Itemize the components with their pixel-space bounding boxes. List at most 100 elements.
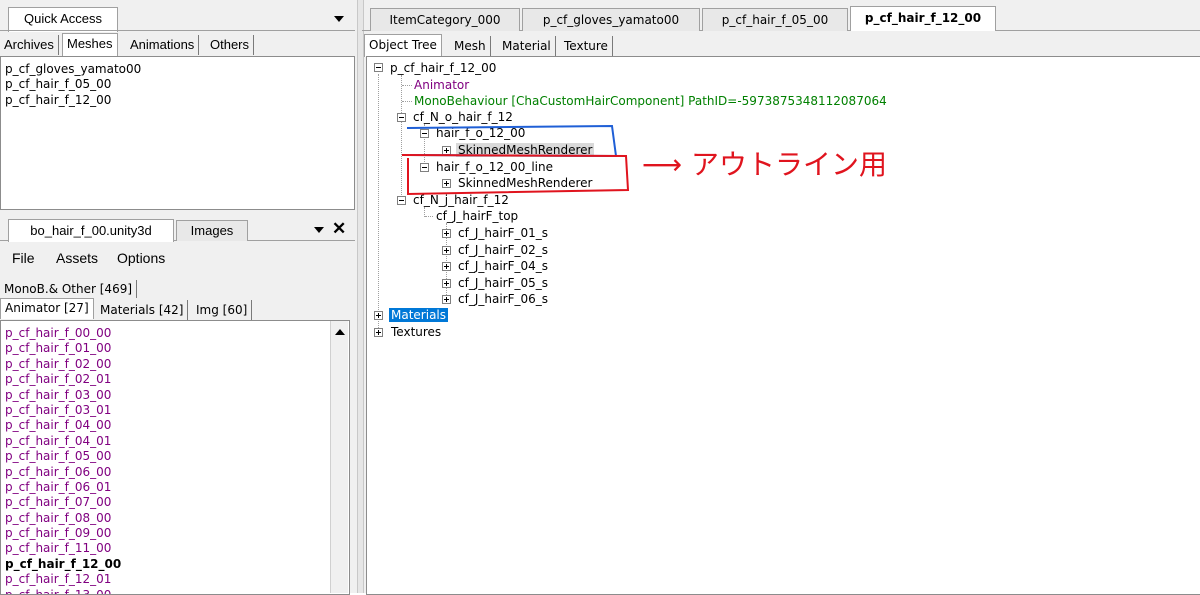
expand-icon[interactable] xyxy=(442,295,451,305)
list-item[interactable]: p_cf_hair_f_02_00 xyxy=(1,357,349,372)
tab-img[interactable]: Img [60] xyxy=(192,300,253,320)
tree-line xyxy=(378,74,379,330)
tab-label: Material xyxy=(502,39,551,53)
scroll-up-icon[interactable] xyxy=(335,329,345,335)
tab-label: MonoB.& Other [469] xyxy=(4,282,133,296)
tab-label: Animations xyxy=(130,37,195,52)
tab-mesh[interactable]: Mesh xyxy=(450,36,491,56)
tab-label: bo_hair_f_00.unity3d xyxy=(30,223,152,238)
list-item[interactable]: p_cf_hair_f_03_00 xyxy=(1,388,349,403)
animator-items: p_cf_hair_f_00_00 p_cf_hair_f_01_00 p_cf_h… xyxy=(1,321,349,594)
tab-object-tree[interactable]: Object Tree xyxy=(364,34,442,57)
menu-item-file[interactable]: File xyxy=(12,250,35,266)
tab-label: Img [60] xyxy=(196,303,248,317)
tab-images[interactable]: Images xyxy=(176,220,248,241)
tab-label: Mesh xyxy=(454,39,486,53)
list-item[interactable]: p_cf_hair_f_12_01 xyxy=(1,572,349,587)
tab-label: Animator [27] xyxy=(5,301,89,315)
tab-label: p_cf_hair_f_12_00 xyxy=(864,11,982,25)
menu-label: Assets xyxy=(56,250,99,266)
tab-label: Others xyxy=(210,37,250,52)
quick-access-title: Quick Access xyxy=(23,11,103,26)
tab-bundle-file[interactable]: bo_hair_f_00.unity3d xyxy=(8,219,174,242)
list-item[interactable]: p_cf_hair_f_04_01 xyxy=(1,434,349,449)
scrollbar[interactable] xyxy=(330,321,348,593)
expand-icon[interactable] xyxy=(442,245,451,255)
tab-animations[interactable]: Animations xyxy=(126,35,200,55)
menu-label: Options xyxy=(117,250,166,266)
tab-label: Images xyxy=(190,223,234,238)
list-item[interactable]: p_cf_hair_f_00_00 xyxy=(1,326,349,341)
menu-item-assets[interactable]: Assets xyxy=(56,250,98,266)
divider xyxy=(0,30,355,31)
expand-icon[interactable] xyxy=(442,229,451,238)
tab-archives[interactable]: Archives xyxy=(0,35,59,55)
expand-icon[interactable] xyxy=(442,262,451,272)
list-item[interactable]: p_cf_hair_f_09_00 xyxy=(1,526,349,541)
list-item[interactable]: p_cf_hair_f_06_00 xyxy=(1,465,349,480)
expand-icon[interactable] xyxy=(374,311,383,320)
list-item[interactable]: p_cf_hair_f_01_00 xyxy=(1,341,349,356)
list-item[interactable]: p_cf_hair_f_04_00 xyxy=(1,418,349,433)
tab-others[interactable]: Others xyxy=(206,35,255,55)
tree-node-bone[interactable]: cf_J_hairF_06_s xyxy=(458,291,548,307)
tree-node-monobehaviour[interactable]: MonoBehaviour [ChaCustomHairComponent] P… xyxy=(414,93,887,109)
tab-hair-05[interactable]: p_cf_hair_f_05_00 xyxy=(702,8,848,31)
list-item[interactable]: p_cf_hair_f_13_00 xyxy=(1,588,349,594)
tree-node-j-hair-top[interactable]: cf_J_hairF_top xyxy=(436,208,518,224)
tree-node-bone[interactable]: cf_J_hairF_04_s xyxy=(458,258,548,274)
tree-node-bone[interactable]: cf_J_hairF_05_s xyxy=(458,275,548,291)
tree-line xyxy=(402,85,412,86)
list-item[interactable]: p_cf_gloves_yamato00 xyxy=(1,62,354,77)
tab-texture[interactable]: Texture xyxy=(560,36,613,56)
tab-hair-12[interactable]: p_cf_hair_f_12_00 xyxy=(850,6,996,31)
pane-splitter[interactable] xyxy=(357,0,364,593)
tree-node-animator[interactable]: Animator xyxy=(414,77,469,93)
quick-access-tab[interactable]: Quick Access xyxy=(8,7,118,32)
annotation-text: アウトライン用 xyxy=(691,148,888,181)
tree-node-root[interactable]: p_cf_hair_f_12_00 xyxy=(390,60,496,76)
triangle-down-icon[interactable] xyxy=(334,16,344,22)
tab-meshes[interactable]: Meshes xyxy=(62,33,118,56)
tree-node-textures[interactable]: Textures xyxy=(391,324,441,340)
list-item[interactable]: p_cf_hair_f_02_01 xyxy=(1,372,349,387)
expand-icon[interactable] xyxy=(374,328,383,337)
tree-node-bone[interactable]: cf_J_hairF_02_s xyxy=(458,242,548,258)
tab-animator[interactable]: Animator [27] xyxy=(0,298,94,319)
tab-label: Meshes xyxy=(67,36,113,51)
tab-label: Archives xyxy=(4,37,54,52)
annotation-label: ⟶ アウトライン用 xyxy=(642,148,887,182)
tree-label: Materials xyxy=(389,308,449,322)
list-item[interactable]: p_cf_hair_f_12_00 xyxy=(1,557,349,572)
subtabs-row2: Animator [27] Materials [42] Img [60] xyxy=(0,298,355,320)
list-item[interactable]: p_cf_hair_f_08_00 xyxy=(1,511,349,526)
tab-material[interactable]: Material xyxy=(498,36,556,56)
tab-itemcategory[interactable]: ItemCategory_000 xyxy=(370,8,520,31)
list-item[interactable]: p_cf_hair_f_12_00 xyxy=(1,93,354,108)
triangle-down-icon[interactable] xyxy=(314,227,324,233)
animator-list[interactable]: p_cf_hair_f_00_00 p_cf_hair_f_01_00 p_cf_h… xyxy=(0,320,350,595)
tree-node-materials[interactable]: Materials xyxy=(389,307,449,323)
tree-line xyxy=(425,216,433,217)
quick-access-list[interactable]: p_cf_gloves_yamato00 p_cf_hair_f_05_00 p… xyxy=(0,56,355,210)
list-item[interactable]: p_cf_hair_f_05_00 xyxy=(1,77,354,92)
tab-label: Texture xyxy=(564,39,608,53)
tab-gloves[interactable]: p_cf_gloves_yamato00 xyxy=(522,8,700,31)
list-item[interactable]: p_cf_hair_f_06_01 xyxy=(1,480,349,495)
arrow-right-icon: ⟶ xyxy=(642,148,683,181)
list-item[interactable]: p_cf_hair_f_03_01 xyxy=(1,403,349,418)
tree-node-bone[interactable]: cf_J_hairF_01_s xyxy=(458,225,548,241)
list-item[interactable]: p_cf_hair_f_07_00 xyxy=(1,495,349,510)
menu-item-options[interactable]: Options xyxy=(117,250,165,266)
tab-monobehaviour[interactable]: MonoB.& Other [469] xyxy=(0,280,138,298)
list-item[interactable]: p_cf_hair_f_05_00 xyxy=(1,449,349,464)
list-item[interactable]: p_cf_hair_f_11_00 xyxy=(1,541,349,556)
expand-icon[interactable] xyxy=(442,278,451,288)
tab-materials[interactable]: Materials [42] xyxy=(96,300,189,320)
tree-line xyxy=(402,101,412,102)
red-highlight-box xyxy=(401,154,630,196)
file-menu[interactable]: File xyxy=(12,250,35,268)
quick-access-tabbar: Archives Meshes Animations Others xyxy=(0,33,355,56)
close-icon[interactable]: ✕ xyxy=(332,220,346,238)
collapse-icon[interactable] xyxy=(374,63,383,72)
